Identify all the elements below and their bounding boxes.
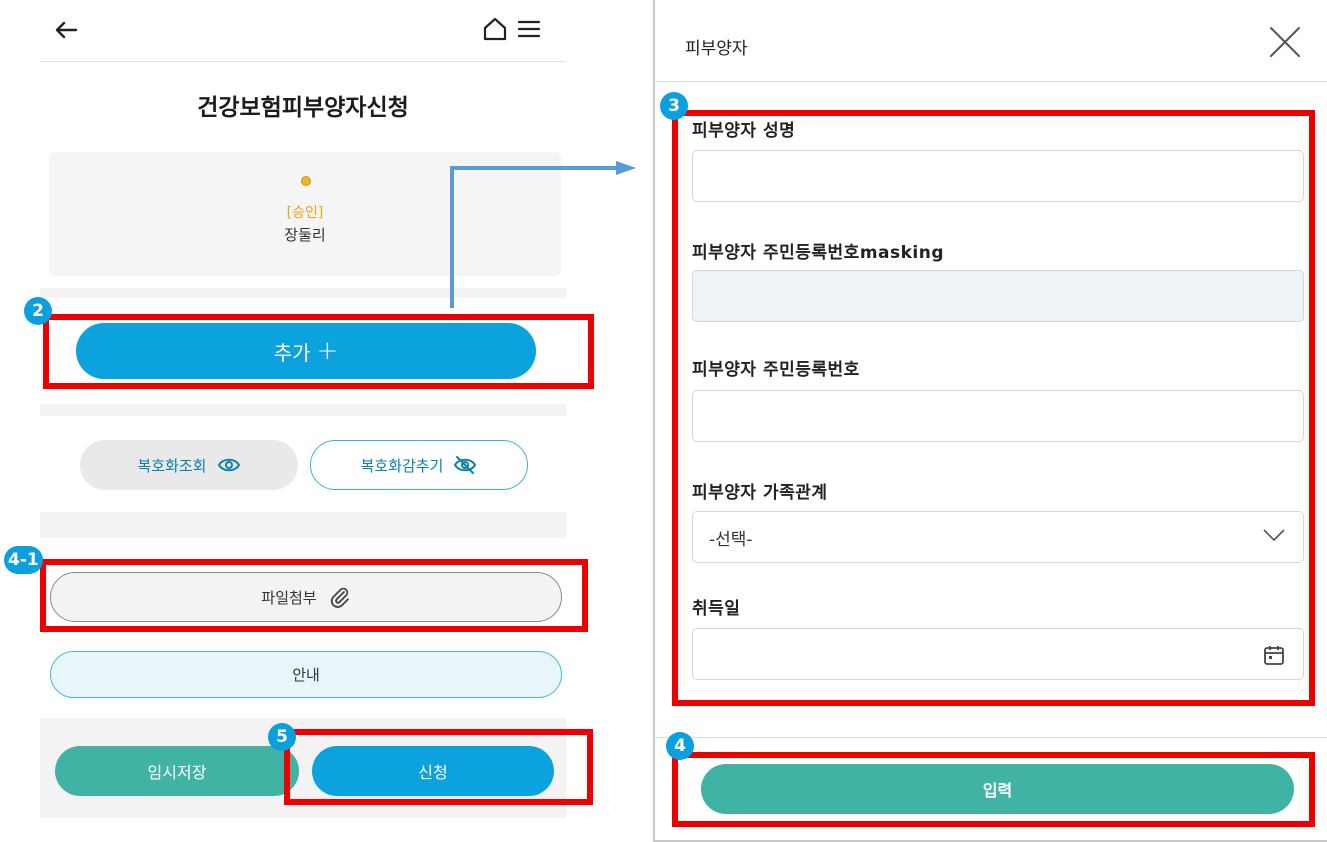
submit-label: 신청 (418, 763, 448, 782)
rrn-masked-label: 피부양자 주민등록번호masking (692, 243, 945, 263)
add-button-label: 추가 (273, 340, 311, 365)
modal-title: 피부양자 (685, 39, 748, 59)
divider-band (40, 404, 566, 416)
back-arrow-icon[interactable] (48, 12, 84, 48)
modal-divider (655, 737, 1327, 738)
relation-select[interactable]: -선택- (692, 511, 1304, 563)
hamburger-menu-icon[interactable] (514, 14, 544, 44)
file-attach-label: 파일첨부 (261, 588, 317, 607)
rrn-label: 피부양자 주민등록번호 (692, 360, 860, 380)
application-screen: 건강보험피부양자신청 [승인] 장둘리 추가 + 복호화조회 복호화감추기 파일… (40, 0, 566, 842)
relation-label: 피부양자 가족관계 (692, 483, 828, 503)
paperclip-icon (330, 587, 349, 608)
modal-header: 피부양자 (655, 0, 1327, 82)
eye-icon (217, 458, 240, 472)
divider-band (40, 512, 566, 538)
relation-select-value: -선택- (709, 529, 753, 550)
add-dependent-button[interactable]: 추가 + (76, 323, 536, 379)
acquire-date-label: 취득일 (692, 599, 741, 619)
guide-button[interactable]: 안내 (50, 651, 562, 698)
close-icon[interactable] (1267, 24, 1303, 60)
connector-arrow-icon (450, 161, 636, 308)
temp-save-button[interactable]: 임시저장 (55, 746, 299, 796)
step-badge-5: 5 (268, 723, 296, 751)
guide-label: 안내 (292, 666, 320, 684)
dependent-modal: 피부양자 피부양자 성명 피부양자 주민등록번호masking 피부양자 주민등… (653, 0, 1327, 842)
decrypt-hide-button[interactable]: 복호화감추기 (310, 440, 528, 490)
dependent-name-input[interactable] (692, 150, 1304, 202)
decrypt-view-label: 복호화조회 (137, 456, 207, 475)
rrn-masked-input (692, 270, 1304, 322)
step-badge-4: 4 (666, 732, 694, 760)
input-button-label: 입력 (982, 781, 1013, 800)
step-badge-2: 2 (24, 297, 52, 325)
acquire-date-input[interactable] (692, 628, 1304, 680)
status-dot (301, 176, 311, 186)
dependent-name-label: 피부양자 성명 (692, 121, 796, 141)
home-icon[interactable] (480, 14, 510, 44)
input-button[interactable]: 입력 (701, 764, 1294, 814)
page-title: 건강보험피부양자신청 (197, 95, 409, 121)
calendar-icon[interactable] (1263, 644, 1285, 666)
decrypt-view-button[interactable]: 복호화조회 (80, 440, 298, 490)
top-bar (40, 0, 566, 62)
submit-button[interactable]: 신청 (312, 746, 554, 796)
rrn-input[interactable] (692, 390, 1304, 442)
decrypt-hide-label: 복호화감추기 (360, 456, 444, 475)
temp-save-label: 임시저장 (147, 763, 207, 782)
file-attach-button[interactable]: 파일첨부 (50, 572, 562, 622)
plus-icon: + (316, 336, 339, 366)
eye-off-icon (454, 456, 477, 474)
step-badge-4-1: 4-1 (4, 546, 43, 574)
chevron-down-icon (1263, 529, 1285, 542)
step-badge-3: 3 (660, 92, 688, 120)
